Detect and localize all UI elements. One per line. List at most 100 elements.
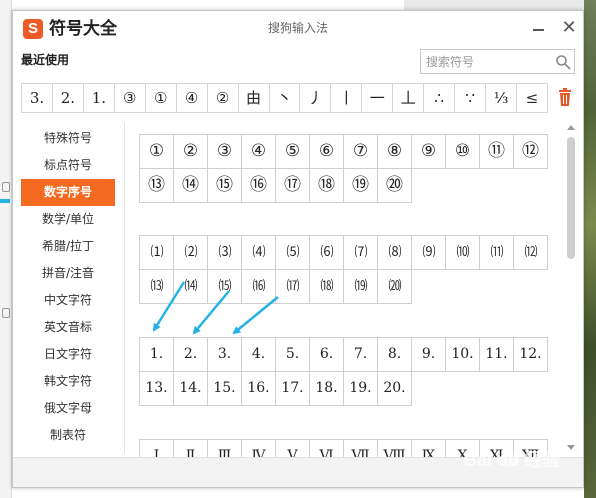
symbol-cell[interactable]: 8. (378, 338, 412, 372)
symbol-cell[interactable]: ⑶ (208, 236, 242, 270)
symbol-cell[interactable]: 13. (140, 372, 174, 406)
symbol-cell[interactable]: ⑬ (140, 169, 174, 203)
symbol-cell[interactable]: 5. (276, 338, 310, 372)
symbol-cell[interactable]: ⑰ (276, 169, 310, 203)
symbol-cell[interactable]: ⒀ (140, 270, 174, 304)
recent-symbol[interactable]: 丶 (270, 84, 301, 112)
recent-symbol[interactable]: ∵ (455, 84, 487, 112)
scroll-up-icon[interactable] (567, 125, 575, 130)
trash-icon[interactable] (557, 87, 573, 107)
symbol-cell[interactable]: ⑱ (310, 169, 344, 203)
symbol-cell[interactable]: 2. (174, 338, 208, 372)
sidebar-category[interactable]: 标点符号 (21, 152, 115, 179)
recent-symbol[interactable]: 丄 (393, 84, 425, 112)
symbol-cell[interactable]: ⑾ (480, 236, 514, 270)
symbol-cell[interactable]: 15. (208, 372, 242, 406)
scroll-thumb[interactable] (567, 137, 575, 259)
symbol-cell[interactable]: ⑺ (344, 236, 378, 270)
symbol-cell[interactable]: ⑩ (446, 135, 480, 169)
recent-symbol[interactable]: ⅓ (486, 84, 517, 112)
symbol-cell[interactable]: ⑸ (276, 236, 310, 270)
symbol-cell[interactable]: ② (174, 135, 208, 169)
recent-symbol[interactable]: 丿 (300, 84, 332, 112)
symbol-cell[interactable]: 20. (378, 372, 412, 406)
symbol-cell[interactable]: ⒁ (174, 270, 208, 304)
symbol-cell[interactable]: ⑫ (514, 135, 548, 169)
symbol-cell[interactable]: 6. (310, 338, 344, 372)
symbol-cell[interactable]: ① (140, 135, 174, 169)
symbol-cell[interactable]: 14. (174, 372, 208, 406)
symbol-cell[interactable]: ⑭ (174, 169, 208, 203)
symbol-cell[interactable]: ⑤ (276, 135, 310, 169)
symbol-cell[interactable]: ⑧ (378, 135, 412, 169)
symbol-cell[interactable]: ⒃ (242, 270, 276, 304)
symbol-cell[interactable]: 11. (480, 338, 514, 372)
recent-symbol[interactable]: ② (208, 84, 239, 112)
symbol-cell[interactable]: ⑪ (480, 135, 514, 169)
search-box[interactable] (420, 49, 575, 74)
period-number-grid: 1. 2. 3. 4. 5. 6. 7. 8. 9. 10. 11. 12. 13. 14. 15. 16. 1… (139, 337, 548, 406)
symbol-cell[interactable]: ⑹ (310, 236, 344, 270)
recent-symbol[interactable]: 3. (22, 84, 53, 112)
sidebar-category[interactable]: 拼音/注音 (21, 260, 115, 287)
symbol-cell[interactable]: ④ (242, 135, 276, 169)
symbol-cell[interactable]: 7. (344, 338, 378, 372)
recent-symbol[interactable]: ④ (177, 84, 208, 112)
sidebar-category[interactable]: 数学/单位 (21, 206, 115, 233)
symbol-cell[interactable]: ⑥ (310, 135, 344, 169)
symbol-cell[interactable]: ⑯ (242, 169, 276, 203)
title-bar[interactable]: S 符号大全 搜狗输入法 ✕ (13, 11, 583, 45)
symbol-cell[interactable]: ⑻ (378, 236, 412, 270)
search-icon[interactable] (555, 54, 571, 70)
symbol-cell[interactable]: 3. (208, 338, 242, 372)
sidebar-category[interactable]: 数字序号 (21, 179, 115, 206)
symbol-cell[interactable]: ⑳ (378, 169, 412, 203)
recent-symbol[interactable]: 一 (362, 84, 394, 112)
symbol-cell[interactable]: 19. (344, 372, 378, 406)
symbol-cell[interactable]: ⑦ (344, 135, 378, 169)
sidebar-category[interactable]: 俄文字母 (21, 395, 115, 422)
symbol-cell[interactable]: 10. (446, 338, 480, 372)
recent-symbol[interactable]: ≤ (517, 84, 547, 112)
symbol-cell[interactable]: ⑵ (174, 236, 208, 270)
symbol-cell[interactable]: 16. (242, 372, 276, 406)
sidebar-category[interactable]: 特殊符号 (21, 125, 115, 152)
sidebar-category[interactable]: 英文音标 (21, 314, 115, 341)
recent-symbol[interactable]: ① (146, 84, 177, 112)
symbol-cell[interactable]: ⒄ (276, 270, 310, 304)
symbol-cell[interactable]: ⑿ (514, 236, 548, 270)
symbol-cell[interactable]: ⑨ (412, 135, 446, 169)
symbol-cell[interactable]: ⑼ (412, 236, 446, 270)
recent-symbol[interactable]: 由 (239, 84, 270, 112)
symbol-cell[interactable]: ⒂ (208, 270, 242, 304)
search-input[interactable] (421, 50, 549, 73)
symbol-cell[interactable]: ⒇ (378, 270, 412, 304)
symbol-cell[interactable]: 12. (514, 338, 548, 372)
symbol-cell[interactable]: ⒅ (310, 270, 344, 304)
sidebar-category[interactable]: 日文字符 (21, 341, 115, 368)
symbol-cell[interactable]: 18. (310, 372, 344, 406)
symbol-cell[interactable]: ⒆ (344, 270, 378, 304)
symbol-cell[interactable]: ⑮ (208, 169, 242, 203)
symbol-cell[interactable]: 9. (412, 338, 446, 372)
vertical-scrollbar[interactable] (565, 125, 577, 453)
symbol-cell[interactable]: 1. (140, 338, 174, 372)
recent-symbol[interactable]: ③ (115, 84, 146, 112)
symbol-cell[interactable]: 17. (276, 372, 310, 406)
sidebar-category[interactable]: 制表符 (21, 422, 115, 449)
symbol-cell[interactable]: ⑲ (344, 169, 378, 203)
symbol-cell[interactable]: ③ (208, 135, 242, 169)
minimize-button[interactable] (527, 19, 549, 39)
recent-symbol[interactable]: 丨 (331, 84, 363, 112)
symbol-cell[interactable]: ⑽ (446, 236, 480, 270)
recent-symbol[interactable]: 1. (84, 84, 115, 112)
sidebar-category[interactable]: 希腊/拉丁 (21, 233, 115, 260)
recent-symbol[interactable]: 2. (53, 84, 84, 112)
recent-symbol[interactable]: ∴ (424, 84, 456, 112)
close-button[interactable]: ✕ (558, 17, 580, 39)
symbol-cell[interactable]: ⑷ (242, 236, 276, 270)
symbol-cell[interactable]: ⑴ (140, 236, 174, 270)
sidebar-category[interactable]: 中文字符 (21, 287, 115, 314)
sidebar-category[interactable]: 韩文字符 (21, 368, 115, 395)
symbol-cell[interactable]: 4. (242, 338, 276, 372)
